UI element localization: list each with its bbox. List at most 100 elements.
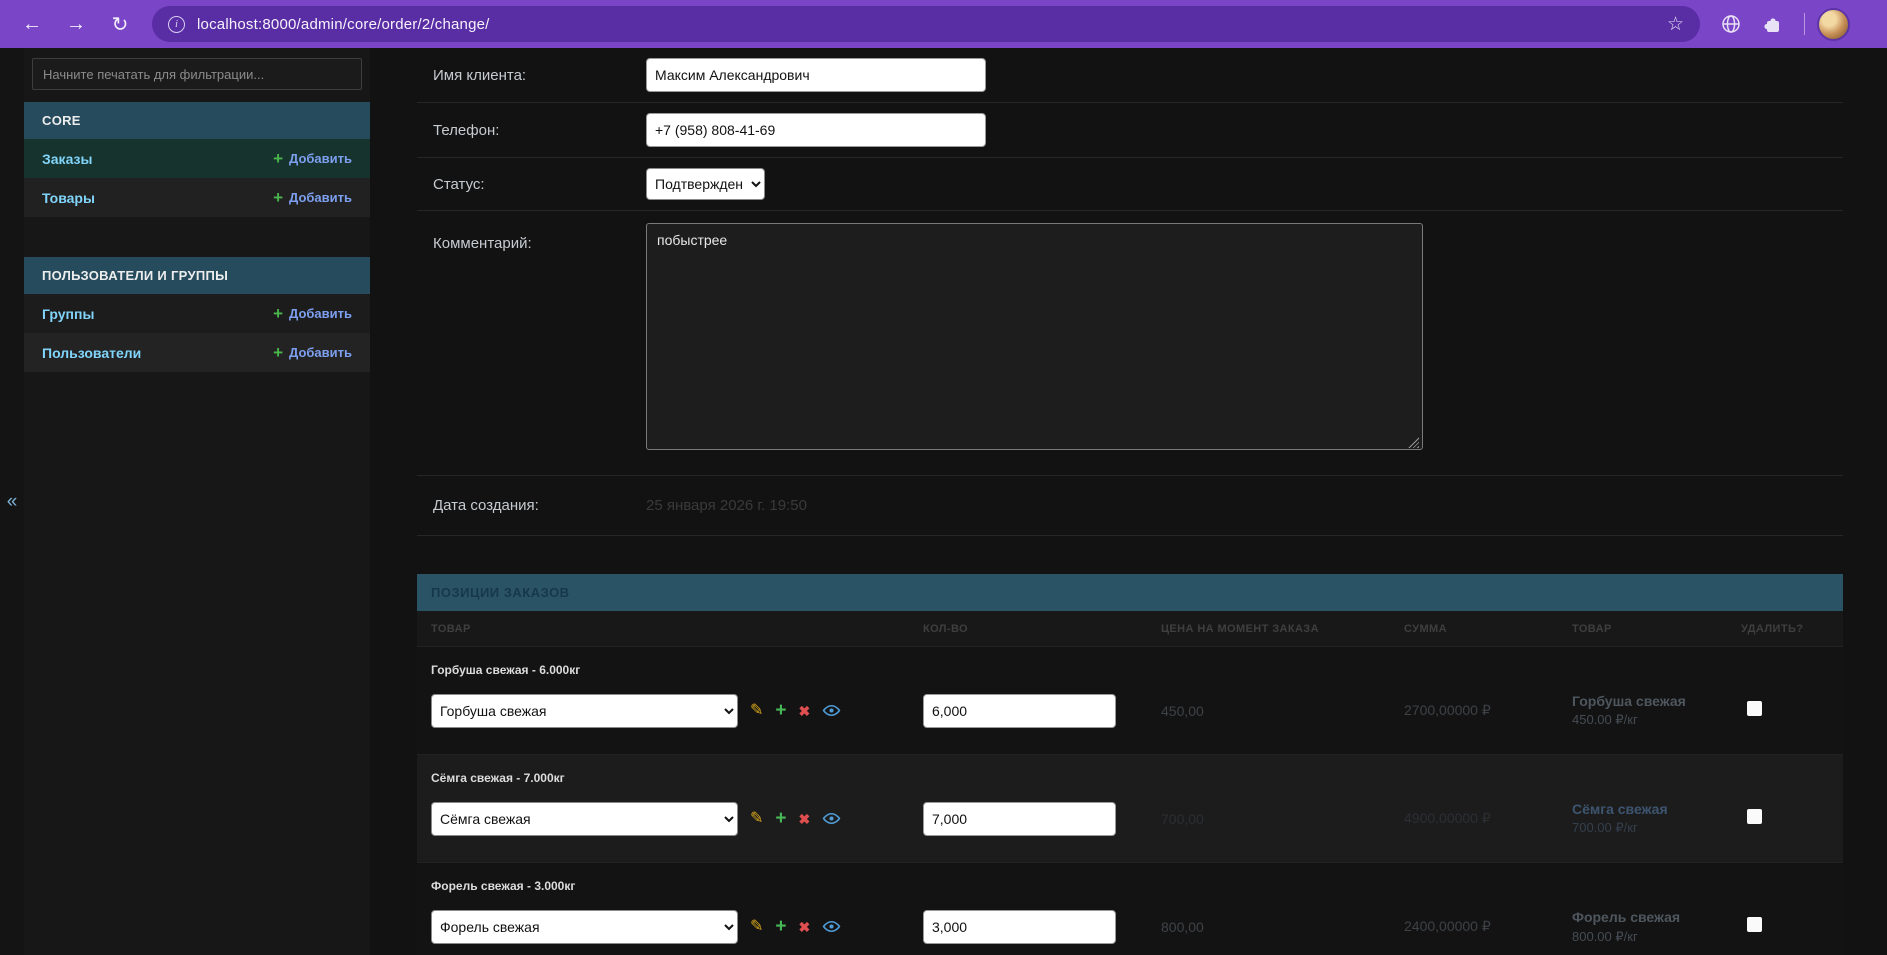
extensions-puzzle-icon[interactable] [1754, 5, 1792, 43]
toolbar-divider [1804, 13, 1805, 35]
profile-avatar[interactable] [1817, 7, 1850, 41]
quantity-input[interactable] [923, 909, 1116, 944]
field-row-client-name: Имя клиента: [417, 48, 1843, 103]
edit-icon[interactable]: ✎ [750, 810, 763, 827]
order-items-title: ПОЗИЦИИ ЗАКАЗОВ [417, 574, 1843, 611]
back-icon[interactable]: ← [12, 5, 52, 43]
item-heading: Сёмга свежая - 7.000кг [431, 771, 565, 786]
quantity-input[interactable] [923, 801, 1116, 836]
view-icon[interactable] [822, 920, 841, 933]
delete-checkbox[interactable] [1747, 700, 1762, 716]
plus-icon: + [273, 149, 284, 168]
col-price: ЦЕНА НА МОМЕНТ ЗАКАЗА [1161, 622, 1319, 635]
add-icon[interactable]: + [775, 917, 786, 936]
bookmark-star-icon[interactable]: ☆ [1667, 13, 1684, 36]
comment-textarea[interactable]: побыстрее [646, 223, 1423, 450]
delete-checkbox[interactable] [1747, 916, 1762, 932]
product-select[interactable]: Горбуша свежая [431, 693, 738, 728]
sidebar-collapse-strip: « [0, 48, 24, 955]
created-value: 25 января 2026 г. 19:50 [646, 497, 807, 514]
view-icon[interactable] [822, 812, 841, 825]
order-item-row: Сёмга свежая - 7.000кг Сёмга свежая ✎ + … [417, 754, 1843, 863]
phone-label: Телефон: [433, 121, 500, 139]
product-unit-price: 450.00 ₽/кг [1572, 712, 1638, 728]
col-total: СУММА [1404, 622, 1447, 635]
url-text[interactable]: localhost:8000/admin/core/order/2/change… [197, 16, 1655, 33]
order-items-module: ПОЗИЦИИ ЗАКАЗОВ ТОВАР КОЛ-ВО ЦЕНА НА МОМ… [417, 574, 1843, 955]
line-total: 4900,00000 ₽ [1404, 810, 1491, 827]
field-row-status: Статус: Подтвержден [417, 158, 1843, 211]
browser-toolbar: ← → ↻ i localhost:8000/admin/core/order/… [0, 0, 1887, 48]
add-label: Добавить [289, 151, 352, 166]
products-link[interactable]: Товары [42, 190, 95, 206]
col-delete: УДАЛИТЬ? [1741, 622, 1804, 635]
line-total: 2400,00000 ₽ [1404, 918, 1491, 935]
status-select[interactable]: Подтвержден [646, 168, 765, 200]
comment-label: Комментарий: [433, 235, 532, 252]
product-unit-price: 700.00 ₽/кг [1572, 820, 1638, 836]
delete-icon[interactable]: ✖ [799, 920, 811, 934]
phone-input[interactable] [646, 113, 986, 147]
groups-link[interactable]: Группы [42, 306, 94, 322]
item-heading: Форель свежая - 3.000кг [431, 879, 576, 894]
client-name-label: Имя клиента: [433, 66, 527, 84]
sidebar-section-core: CORE [24, 102, 370, 139]
col-product: ТОВАР [431, 622, 471, 635]
edit-icon[interactable]: ✎ [750, 918, 763, 935]
created-label: Дата создания: [433, 497, 539, 514]
field-row-created: Дата создания: 25 января 2026 г. 19:50 [417, 476, 1843, 536]
status-label: Статус: [433, 175, 485, 193]
delete-icon[interactable]: ✖ [799, 704, 811, 718]
plus-icon: + [273, 343, 284, 362]
site-info-icon[interactable]: i [168, 15, 185, 33]
sidebar-item-users[interactable]: Пользователи + Добавить [24, 333, 370, 372]
add-label: Добавить [289, 190, 352, 205]
product-name: Сёмга свежая [1572, 801, 1668, 818]
orders-link[interactable]: Заказы [42, 151, 92, 167]
product-select[interactable]: Форель свежая [431, 909, 738, 944]
col-qty: КОЛ-ВО [923, 622, 969, 635]
admin-sidebar: CORE Заказы + Добавить Товары + Добавить… [24, 48, 370, 955]
order-items-column-headers: ТОВАР КОЛ-ВО ЦЕНА НА МОМЕНТ ЗАКАЗА СУММА… [417, 611, 1843, 646]
edit-icon[interactable]: ✎ [750, 702, 763, 719]
reload-icon[interactable]: ↻ [100, 5, 140, 43]
product-unit-price: 800.00 ₽/кг [1572, 928, 1638, 944]
orders-add-link[interactable]: + Добавить [273, 150, 352, 167]
line-total: 2700,00000 ₽ [1404, 702, 1491, 719]
products-add-link[interactable]: + Добавить [273, 189, 352, 206]
order-item-row: Горбуша свежая - 6.000кг Горбуша свежая … [417, 646, 1843, 755]
product-name: Форель свежая [1572, 909, 1681, 926]
add-icon[interactable]: + [775, 701, 786, 720]
sidebar-filter-input[interactable] [32, 58, 362, 90]
order-change-form: Имя клиента: Телефон: Статус: Подтвержде… [417, 48, 1843, 955]
users-link[interactable]: Пользователи [42, 345, 141, 361]
sidebar-item-groups[interactable]: Группы + Добавить [24, 294, 370, 333]
sidebar-item-products[interactable]: Товары + Добавить [24, 178, 370, 217]
sidebar-section-auth: ПОЛЬЗОВАТЕЛИ И ГРУППЫ [24, 257, 370, 294]
price-at-order: 450,00 [1161, 702, 1204, 719]
users-add-link[interactable]: + Добавить [273, 344, 352, 361]
plus-icon: + [273, 304, 284, 323]
quantity-input[interactable] [923, 693, 1116, 728]
sidebar-item-orders[interactable]: Заказы + Добавить [24, 139, 370, 178]
delete-checkbox[interactable] [1747, 808, 1762, 824]
field-row-phone: Телефон: [417, 103, 1843, 158]
address-bar[interactable]: i localhost:8000/admin/core/order/2/chan… [152, 6, 1700, 42]
globe-icon[interactable] [1712, 5, 1750, 43]
client-name-input[interactable] [646, 58, 986, 92]
sidebar-collapse-toggle[interactable]: « [7, 491, 18, 513]
plus-icon: + [273, 188, 284, 207]
groups-add-link[interactable]: + Добавить [273, 305, 352, 322]
price-at-order: 800,00 [1161, 918, 1204, 935]
delete-icon[interactable]: ✖ [799, 812, 811, 826]
col-product-info: ТОВАР [1572, 622, 1612, 635]
forward-icon[interactable]: → [56, 5, 96, 43]
add-icon[interactable]: + [775, 809, 786, 828]
view-icon[interactable] [822, 704, 841, 717]
product-select[interactable]: Сёмга свежая [431, 801, 738, 836]
add-label: Добавить [289, 306, 352, 321]
price-at-order: 700,00 [1161, 810, 1204, 827]
add-label: Добавить [289, 345, 352, 360]
item-heading: Горбуша свежая - 6.000кг [431, 663, 581, 677]
